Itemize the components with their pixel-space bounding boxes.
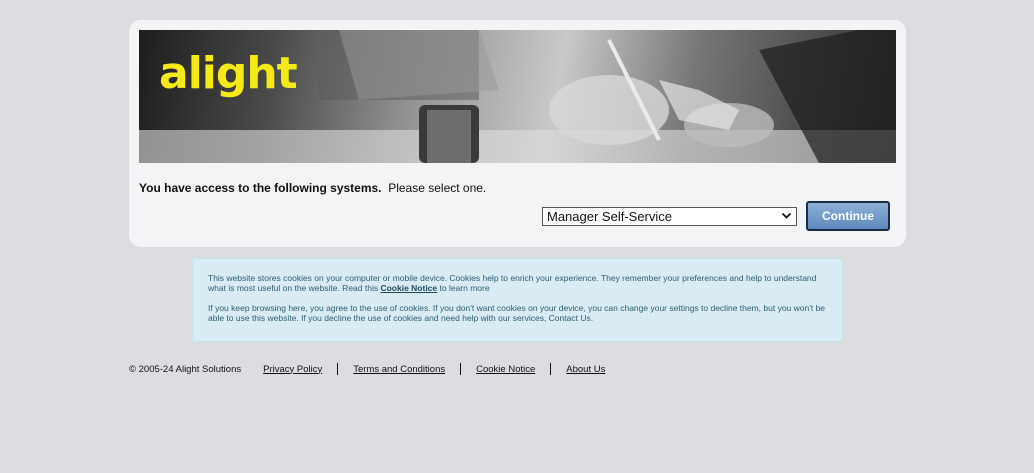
footer-link-cookie-notice[interactable]: Cookie Notice	[461, 364, 550, 375]
footer-link-terms[interactable]: Terms and Conditions	[338, 364, 460, 375]
alight-logo: alight	[159, 48, 298, 99]
cookie-text-outro: to learn more	[437, 283, 490, 293]
cookie-notice-paragraph-2: If you keep browsing here, you agree to …	[208, 303, 826, 323]
copyright-text: © 2005-24 Alight Solutions	[129, 363, 242, 375]
cookie-notice-paragraph-1: This website stores cookies on your comp…	[208, 273, 827, 293]
chevron-down-icon	[781, 212, 792, 219]
hero-banner-image: alight	[139, 30, 896, 163]
selected-system-value: Manager Self-Service	[547, 209, 672, 224]
system-selection-card: alight You have access to the following …	[129, 20, 906, 247]
footer-link-about-us[interactable]: About Us	[551, 364, 620, 375]
cookie-text-intro: This website stores cookies on your comp…	[208, 273, 817, 293]
system-select-dropdown[interactable]: Manager Self-Service	[542, 207, 797, 226]
footer-link-privacy-policy[interactable]: Privacy Policy	[263, 364, 337, 375]
prompt-bold-text: You have access to the following systems…	[139, 181, 382, 195]
prompt-instruction-text: Please select one.	[388, 181, 487, 195]
system-prompt: You have access to the following systems…	[139, 181, 486, 195]
cookie-notice-link[interactable]: Cookie Notice	[380, 283, 437, 293]
cookie-notice-banner: This website stores cookies on your comp…	[192, 258, 843, 342]
continue-button[interactable]: Continue	[806, 201, 890, 231]
page-footer: © 2005-24 Alight Solutions Privacy Polic…	[129, 363, 620, 375]
